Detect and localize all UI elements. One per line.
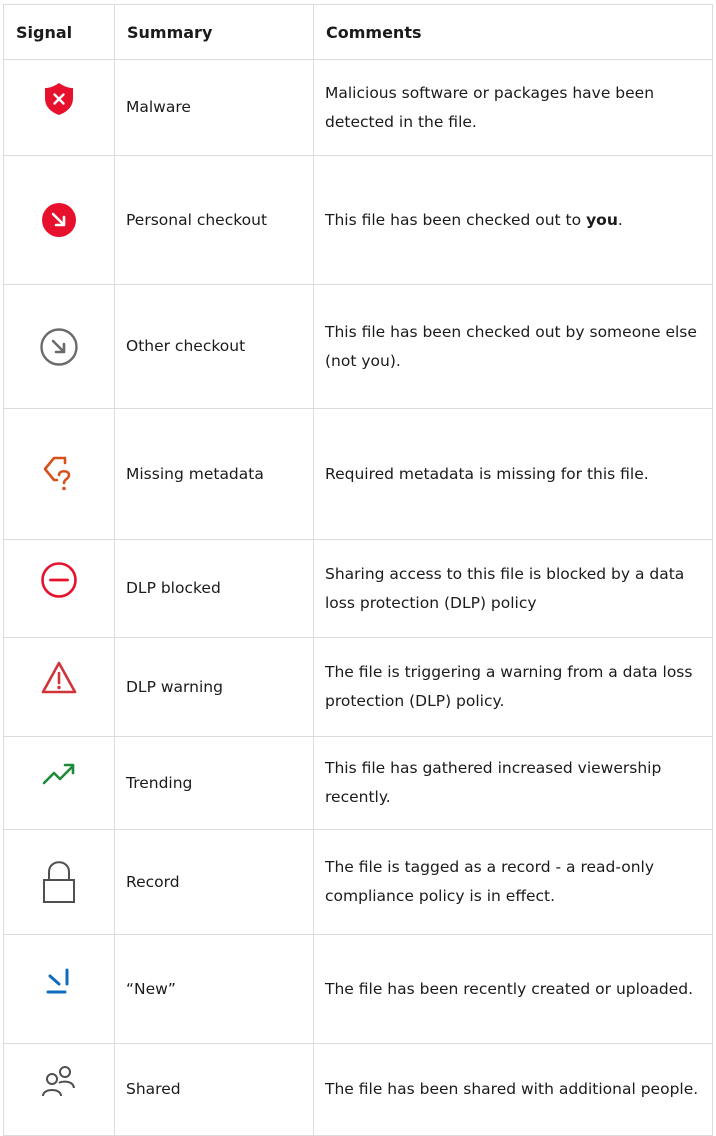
- summary-cell: Record: [114, 829, 314, 935]
- shared-people-icon: [42, 1065, 75, 1096]
- signal-cell: [3, 637, 115, 737]
- comment-cell: Required metadata is missing for this fi…: [313, 408, 713, 540]
- comment-cell: Malicious software or packages have been…: [313, 59, 713, 156]
- table-header-row: Signal Summary Comments: [3, 4, 713, 60]
- table-row: “New” The file has been recently created…: [3, 934, 713, 1044]
- comment-text: This file has been checked out to: [325, 210, 587, 229]
- summary-cell: Trending: [114, 736, 314, 830]
- comment-bold-text: you: [586, 210, 618, 229]
- signal-cell: [3, 1043, 115, 1136]
- summary-cell: Shared: [114, 1043, 314, 1136]
- table-row: Personal checkout This file has been che…: [3, 155, 713, 285]
- header-comments: Comments: [313, 4, 713, 60]
- table-row: DLP blocked Sharing access to this file …: [3, 539, 713, 638]
- signal-cell: [3, 155, 115, 285]
- summary-cell: DLP warning: [114, 637, 314, 737]
- signal-cell: [3, 408, 115, 540]
- other-checkout-icon: [40, 327, 78, 366]
- table-row: Shared The file has been shared with add…: [3, 1043, 713, 1136]
- summary-cell: Personal checkout: [114, 155, 314, 285]
- record-lock-icon: [43, 861, 75, 903]
- table-row: Missing metadata Required metadata is mi…: [3, 408, 713, 540]
- signals-table: Signal Summary Comments Malware Maliciou…: [3, 4, 713, 1136]
- signal-cell: [3, 829, 115, 935]
- comment-cell: Sharing access to this file is blocked b…: [313, 539, 713, 638]
- header-summary: Summary: [114, 4, 314, 60]
- comment-text-end: .: [617, 210, 623, 229]
- signal-cell: [3, 736, 115, 830]
- signal-cell: [3, 284, 115, 409]
- comment-cell: The file has been shared with additional…: [313, 1043, 713, 1136]
- summary-cell: Missing metadata: [114, 408, 314, 540]
- table-row: Trending This file has gathered increase…: [3, 736, 713, 830]
- comment-cell: This file has been checked out by someon…: [313, 284, 713, 409]
- new-file-icon: [46, 968, 69, 994]
- comment-cell: This file has gathered increased viewers…: [313, 736, 713, 830]
- malware-shield-icon: [45, 82, 73, 115]
- table-row: DLP warning The file is triggering a war…: [3, 637, 713, 737]
- comment-cell: This file has been checked out to you.: [313, 155, 713, 285]
- trending-icon: [42, 763, 75, 785]
- dlp-warning-icon: [41, 661, 77, 694]
- header-signal: Signal: [3, 4, 115, 60]
- summary-cell: Other checkout: [114, 284, 314, 409]
- table-row: Record The file is tagged as a record - …: [3, 829, 713, 935]
- summary-cell: DLP blocked: [114, 539, 314, 638]
- summary-cell: Malware: [114, 59, 314, 156]
- signal-cell: [3, 59, 115, 156]
- signal-cell: [3, 539, 115, 638]
- comment-cell: The file has been recently created or up…: [313, 934, 713, 1044]
- missing-metadata-icon: [43, 456, 71, 491]
- comment-cell: The file is tagged as a record - a read-…: [313, 829, 713, 935]
- signal-cell: [3, 934, 115, 1044]
- personal-checkout-icon: [42, 203, 76, 237]
- table-row: Malware Malicious software or packages h…: [3, 59, 713, 156]
- table-row: Other checkout This file has been checke…: [3, 284, 713, 409]
- comment-cell: The file is triggering a warning from a …: [313, 637, 713, 737]
- dlp-blocked-icon: [41, 561, 77, 598]
- summary-cell: “New”: [114, 934, 314, 1044]
